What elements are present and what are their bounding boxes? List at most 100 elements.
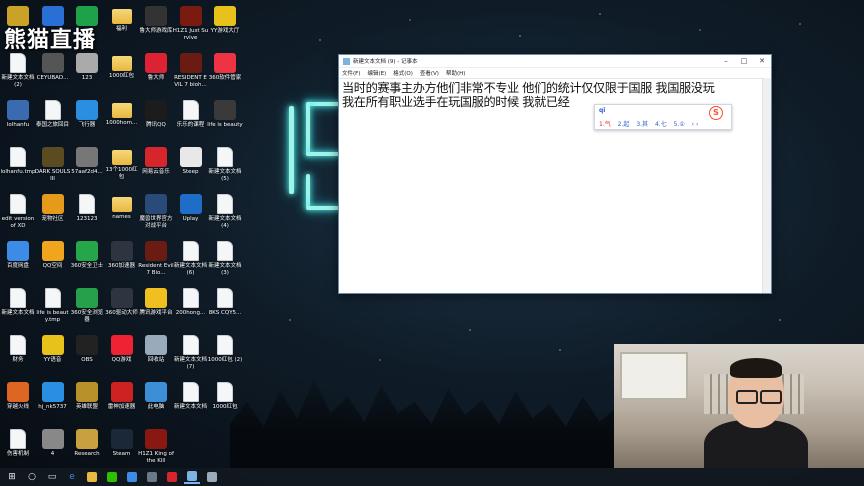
desktop-icon[interactable]: lolhanfu.tmp [0, 147, 36, 176]
ime-page-nav[interactable]: ‹ › [692, 121, 699, 128]
desktop-icon-label: 13个1000红包 [105, 167, 138, 180]
wechat-icon[interactable] [104, 470, 120, 484]
desktop-icon-label: 新建文本文档 [1, 310, 35, 316]
desktop-icon[interactable]: 宠物社区 [35, 194, 71, 223]
store-icon[interactable] [124, 470, 140, 484]
notepad-window[interactable]: 新建文本文档 (9) - 记事本 – □ ✕ 文件(F) 编辑(E) 格式(O)… [338, 54, 772, 294]
desktop-icon[interactable]: DARK SOULS III [35, 147, 71, 183]
menu-edit[interactable]: 编辑(E) [367, 69, 386, 77]
desktop-icon[interactable]: 123 [69, 53, 105, 82]
desktop-icon[interactable]: 鲁大师游戏库 [138, 6, 174, 35]
desktop-icon[interactable]: 57aaf2d4... [69, 147, 105, 176]
desktop-icon[interactable]: 1000hom... [104, 100, 140, 127]
desktop-icon[interactable]: life is beauty [207, 100, 243, 129]
app-icon[interactable] [144, 470, 160, 484]
desktop-icon[interactable]: edit version of XD [0, 194, 36, 230]
desktop-icon[interactable]: CEYUBAD... [35, 53, 71, 82]
desktop-icon[interactable]: YY游戏大厅 [207, 6, 243, 35]
ime-candidate[interactable]: 5.① [674, 121, 685, 128]
menu-help[interactable]: 帮助(H) [446, 69, 465, 77]
desktop-icon[interactable]: 英雄联盟 [69, 382, 105, 411]
folder-icon [111, 9, 132, 24]
ime-candidate[interactable]: 3.其 [636, 121, 648, 128]
desktop-icon[interactable]: 360加速器 [104, 241, 140, 270]
desktop-icon[interactable]: 13个1000红包 [104, 147, 140, 181]
desktop-icon[interactable]: 1000红包 [104, 53, 140, 80]
minimize-icon[interactable]: – [717, 57, 735, 65]
desktop-icon[interactable]: H1Z1 Just Survive [173, 6, 209, 42]
desktop-icon[interactable]: 新建文本文档 [173, 382, 209, 411]
desktop-icon[interactable]: 新建文本文档 (7) [173, 335, 209, 371]
app-icon [41, 382, 64, 402]
file-explorer-icon[interactable] [84, 470, 100, 484]
desktop-icon[interactable]: 此电脑 [138, 382, 174, 411]
ime-candidate[interactable]: 4.七 [655, 121, 667, 128]
desktop-icon[interactable]: 200hong... [173, 288, 209, 317]
app-icon[interactable] [204, 470, 220, 484]
desktop-icon[interactable]: 福利 [104, 6, 140, 33]
desktop-icon[interactable]: 4 [35, 429, 71, 458]
desktop-icon[interactable]: Research [69, 429, 105, 458]
desktop-icon[interactable]: 123123 [69, 194, 105, 223]
vertical-scrollbar[interactable] [762, 78, 771, 293]
desktop-icon[interactable]: 乐乐的课程 [173, 100, 209, 129]
desktop-icon[interactable]: 腾讯游戏平台 [138, 288, 174, 317]
desktop-icon[interactable]: 财务 [0, 335, 36, 364]
desktop-icon[interactable]: 360软件管家 [207, 53, 243, 82]
desktop-icon[interactable]: 新建文本文档 [0, 288, 36, 317]
desktop-icon[interactable]: Uplay [173, 194, 209, 223]
notepad-title-bar[interactable]: 新建文本文档 (9) - 记事本 – □ ✕ [339, 55, 771, 68]
desktop-icon[interactable]: 百度网盘 [0, 241, 36, 270]
desktop-icon[interactable]: H1Z1 King of the Kill [138, 429, 174, 465]
notepad-icon[interactable] [184, 470, 200, 484]
desktop-icon[interactable]: OBS [69, 335, 105, 364]
desktop-icon[interactable]: 新建文本文档 (3) [207, 241, 243, 277]
desktop-icon[interactable]: 新建文本文档 (2) [0, 53, 36, 89]
menu-file[interactable]: 文件(F) [342, 69, 360, 77]
desktop-icon[interactable]: 泰国之旅回目 [35, 100, 71, 129]
maximize-icon[interactable]: □ [735, 57, 753, 65]
task-view-icon[interactable]: ▭ [44, 470, 60, 484]
desktop-icon[interactable]: RESIDENT EVIL 7 bioh... [173, 53, 209, 89]
desktop-icon[interactable]: 新建文本文档 (4) [207, 194, 243, 230]
h1z1-icon [145, 429, 167, 449]
ime-candidate[interactable]: 1.气 [599, 121, 611, 128]
desktop-icon[interactable]: 雷神加速器 [104, 382, 140, 411]
windows-start-icon[interactable]: ⊞ [4, 470, 20, 484]
desktop-icon[interactable]: 腾讯QQ [138, 100, 174, 129]
desktop-icon[interactable]: 新建文本文档 (6) [173, 241, 209, 277]
desktop-icon[interactable]: QQ游戏 [104, 335, 140, 364]
menu-view[interactable]: 查看(V) [420, 69, 439, 77]
desktop-icon[interactable]: QQ空间 [35, 241, 71, 270]
desktop-icon[interactable]: 穿越火线 [0, 382, 36, 411]
desktop-icon-label: 1000红包 [212, 404, 238, 410]
edge-icon[interactable]: e [64, 470, 80, 484]
desktop-icon[interactable]: Resident Evil 7 Bio... [138, 241, 174, 277]
desktop-icon[interactable]: Steep [173, 147, 209, 176]
desktop-icon[interactable]: lolhanfu [0, 100, 36, 129]
desktop-icon[interactable]: Steam [104, 429, 140, 458]
desktop-icon[interactable]: 鲁大师 [138, 53, 174, 82]
search-icon[interactable]: ○ [24, 470, 40, 484]
desktop-icon[interactable]: 回收站 [138, 335, 174, 364]
desktop-icon[interactable]: 8KS CQY5... [207, 288, 243, 317]
desktop-icon[interactable]: 飞行器 [69, 100, 105, 129]
desktop-icon[interactable]: 360安全浏览器 [69, 288, 105, 324]
desktop-icon[interactable]: hj_nk5737 [35, 382, 71, 411]
ime-candidate[interactable]: 2.起 [618, 121, 630, 128]
desktop-icon[interactable]: 360驱动大师 [104, 288, 140, 317]
desktop-icon[interactable]: 伤害机制 [0, 429, 36, 458]
desktop-icon[interactable]: 1000红包 (2) [207, 335, 243, 364]
desktop-icon[interactable]: 魔兽世界官方对战平台 [138, 194, 174, 230]
desktop-icon[interactable]: 网易云音乐 [138, 147, 174, 176]
desktop-icon-label: 泰国之旅回目 [35, 122, 69, 128]
close-icon[interactable]: ✕ [753, 57, 771, 65]
netease-icon[interactable] [164, 470, 180, 484]
desktop-icon[interactable]: 1000红包 [207, 382, 243, 411]
desktop-icon[interactable]: YY语音 [35, 335, 71, 364]
desktop-icon[interactable]: 360安全卫士 [69, 241, 105, 270]
desktop-icon[interactable]: names [104, 194, 140, 221]
desktop-icon[interactable]: 新建文本文档 (5) [207, 147, 243, 183]
menu-format[interactable]: 格式(O) [393, 69, 413, 77]
desktop-icon[interactable]: life is beauty.tmp [35, 288, 71, 324]
